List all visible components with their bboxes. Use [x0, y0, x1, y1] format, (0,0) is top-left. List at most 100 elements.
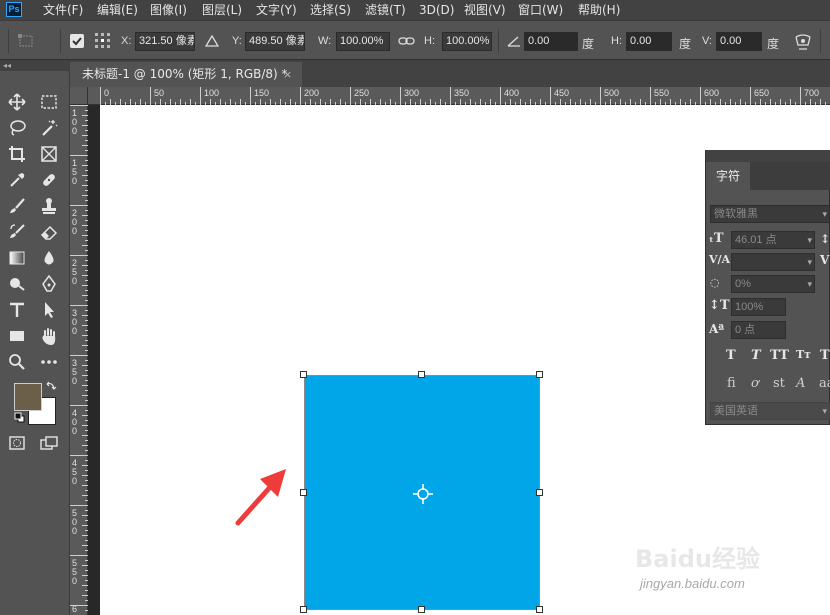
toolbar-collapse[interactable]: ◂◂	[0, 60, 70, 71]
rectangle-tool-icon[interactable]	[6, 325, 28, 347]
ruler-label: 100	[204, 88, 220, 98]
x-position-field[interactable]: 321.50 像素	[135, 32, 195, 51]
reference-point-icon[interactable]	[93, 31, 113, 51]
ruler-origin[interactable]	[70, 87, 88, 105]
tab-character[interactable]: 字符	[706, 162, 750, 190]
transform-handle[interactable]	[418, 606, 425, 613]
swap-colors-icon[interactable]	[45, 380, 57, 392]
clone-stamp-tool-icon[interactable]	[38, 195, 60, 217]
titling-icon[interactable]: aa	[819, 376, 830, 391]
path-selection-tool-icon[interactable]	[38, 299, 60, 321]
document-tab[interactable]: 未标题-1 @ 100% (矩形 1, RGB/8) * ×	[70, 62, 302, 87]
magic-wand-tool-icon[interactable]	[38, 117, 60, 139]
h-skew-field[interactable]: 0.00	[626, 32, 672, 51]
vertical-scale-field[interactable]: 100%	[731, 298, 786, 316]
language-select[interactable]: 美国英语 ▾	[710, 402, 830, 420]
reference-point-crosshair-icon[interactable]	[412, 483, 434, 505]
old-style-icon[interactable]: ơ	[751, 376, 759, 391]
ruler-label: 350	[454, 88, 470, 98]
quick-mask-icon[interactable]	[6, 432, 28, 454]
screen-mode-icon[interactable]	[38, 432, 60, 454]
dodge-tool-icon[interactable]	[6, 273, 28, 295]
frame-tool-icon[interactable]	[38, 143, 60, 165]
vertical-scale-icon: ↕T	[709, 298, 730, 313]
ruler-label: 250	[354, 88, 370, 98]
y-position-field[interactable]: 489.50 像素	[245, 32, 305, 51]
lasso-tool-icon[interactable]	[6, 117, 28, 139]
all-caps-icon[interactable]: TT	[770, 348, 789, 363]
delta-icon[interactable]	[205, 35, 219, 47]
transform-handle[interactable]	[536, 489, 543, 496]
more-tools-icon[interactable]	[38, 351, 60, 373]
kerning-field[interactable]: ▾	[731, 253, 815, 271]
transform-handle[interactable]	[536, 606, 543, 613]
superscript-icon[interactable]: T	[820, 348, 830, 363]
swash-icon[interactable]: st	[773, 376, 785, 391]
history-brush-tool-icon[interactable]	[6, 221, 28, 243]
eyedropper-tool-icon[interactable]	[6, 169, 28, 191]
menu-type[interactable]: 文字(Y)	[256, 0, 297, 20]
faux-bold-icon[interactable]: T	[726, 348, 736, 363]
stylistic-alt-icon[interactable]: A	[796, 376, 805, 391]
ruler-label: 5 5 0	[72, 558, 78, 586]
menu-filter[interactable]: 滤镜(T)	[365, 0, 406, 20]
move-tool-icon[interactable]	[6, 91, 28, 113]
font-family-value: 微软雅黑	[714, 208, 758, 220]
baseline-shift-icon: Aª	[709, 322, 725, 336]
pen-tool-icon[interactable]	[38, 273, 60, 295]
ruler-label: 300	[404, 88, 420, 98]
type-tool-icon[interactable]	[6, 299, 28, 321]
photoshop-logo-icon: Ps	[6, 2, 22, 17]
character-panel-header[interactable]	[706, 150, 830, 162]
baidu-watermark-logo: Baidu经验	[635, 545, 760, 573]
foreground-color-swatch[interactable]	[14, 383, 42, 411]
transform-handle[interactable]	[536, 371, 543, 378]
vertical-ruler[interactable]: 1 0 0 1 5 0 2 0 0 2 5 0 3 0 0 3 5 0 4 0 …	[70, 105, 88, 615]
menu-image[interactable]: 图像(I)	[150, 0, 187, 20]
faux-italic-icon[interactable]: T	[751, 348, 761, 363]
v-skew-field[interactable]: 0.00	[716, 32, 762, 51]
transform-handle[interactable]	[300, 606, 307, 613]
blur-tool-icon[interactable]	[38, 247, 60, 269]
horizontal-ruler[interactable]: 0 50 100 150 200 250 300 350 400 450 500…	[88, 87, 830, 105]
ligature-icon[interactable]: fi	[727, 376, 736, 391]
healing-brush-tool-icon[interactable]	[38, 169, 60, 191]
eraser-tool-icon[interactable]	[38, 221, 60, 243]
rotation-field[interactable]: 0.00	[524, 32, 578, 51]
menu-help[interactable]: 帮助(H)	[578, 0, 620, 20]
menu-window[interactable]: 窗口(W)	[518, 0, 563, 20]
menu-3d[interactable]: 3D(D)	[419, 0, 454, 20]
crop-tool-icon[interactable]	[6, 143, 28, 165]
menu-view[interactable]: 视图(V)	[464, 0, 506, 20]
font-size-field[interactable]: 46.01 点 ▾	[731, 231, 815, 249]
hand-tool-icon[interactable]	[38, 325, 60, 347]
baseline-shift-value: 0 点	[735, 324, 756, 336]
ruler-label: 4 0 0	[72, 408, 78, 436]
zoom-tool-icon[interactable]	[6, 351, 28, 373]
tsume-field[interactable]: 0% ▾	[731, 275, 815, 293]
transform-handle[interactable]	[300, 489, 307, 496]
show-controls-checkbox[interactable]	[70, 34, 84, 48]
transform-handle[interactable]	[418, 371, 425, 378]
small-caps-icon[interactable]: Tт	[796, 348, 811, 361]
ruler-label: 500	[604, 88, 620, 98]
menu-file[interactable]: 文件(F)	[43, 0, 83, 20]
menu-layer[interactable]: 图层(L)	[202, 0, 242, 20]
warp-mode-icon[interactable]	[793, 32, 813, 52]
menu-select[interactable]: 选择(S)	[310, 0, 351, 20]
close-icon[interactable]: ×	[283, 62, 292, 87]
transform-handle[interactable]	[300, 371, 307, 378]
link-icon[interactable]	[398, 35, 416, 47]
menu-edit[interactable]: 编辑(E)	[97, 0, 138, 20]
gradient-tool-icon[interactable]	[6, 247, 28, 269]
document-tab-title: 未标题-1 @ 100% (矩形 1, RGB/8) *	[82, 67, 288, 81]
font-family-select[interactable]: 微软雅黑 ▾	[710, 205, 830, 223]
brush-tool-icon[interactable]	[6, 195, 28, 217]
baseline-shift-field[interactable]: 0 点	[731, 321, 786, 339]
marquee-tool-icon[interactable]	[38, 91, 60, 113]
height-scale-field[interactable]: 100.00%	[442, 32, 492, 51]
transform-tool-icon[interactable]	[17, 33, 37, 49]
ruler-label: 0	[104, 88, 110, 98]
default-colors-icon[interactable]	[14, 412, 25, 423]
width-scale-field[interactable]: 100.00%	[336, 32, 390, 51]
